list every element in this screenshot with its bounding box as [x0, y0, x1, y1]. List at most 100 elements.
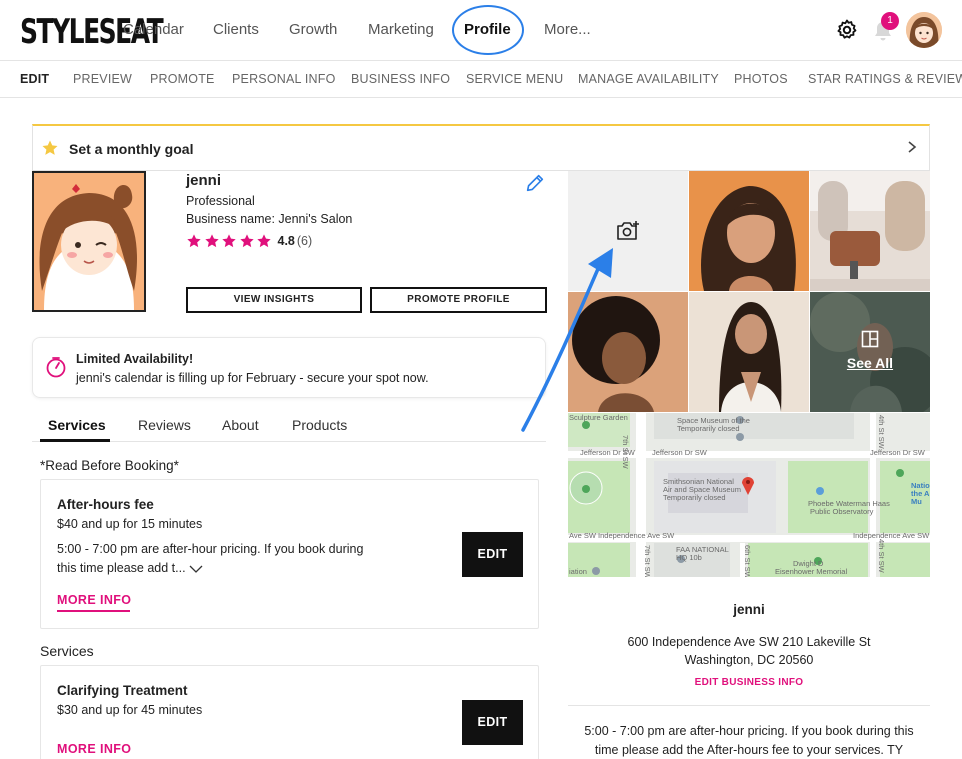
service-description-truncated: this time please add t... — [57, 561, 186, 575]
rating-star-icon — [239, 234, 254, 248]
map-label: 7th St SW — [621, 435, 630, 469]
service-card: After-hours fee $40 and up for 15 minute… — [40, 479, 539, 629]
map-label: Temporarily closed — [677, 424, 740, 433]
nav-profile[interactable]: Profile — [464, 21, 511, 38]
tab-products[interactable]: Products — [292, 417, 347, 433]
star-rating[interactable]: 4.8 (6) — [186, 233, 312, 249]
subnav-personal-info[interactable]: PERSONAL INFO — [232, 72, 336, 86]
goal-label: Set a monthly goal — [69, 141, 194, 157]
service-title: Clarifying Treatment — [57, 683, 188, 698]
map-label: 6th St SW — [743, 545, 752, 577]
services-heading: Services — [40, 643, 94, 659]
map-label: Public Observatory — [810, 507, 874, 516]
subnav-service-menu[interactable]: SERVICE MENU — [466, 72, 563, 86]
profile-tabs: Services Reviews About Products — [32, 408, 546, 442]
nav-more[interactable]: More... — [544, 21, 591, 38]
subnav-preview[interactable]: PREVIEW — [73, 72, 132, 86]
rating-stars — [186, 233, 274, 249]
add-photo-camera-icon[interactable] — [615, 220, 641, 242]
map-label: 4th St SW — [877, 539, 886, 573]
notification-badge: 1 — [881, 12, 899, 30]
profile-name: jenni — [186, 172, 222, 189]
service-description-line: this time please add t... — [57, 559, 387, 578]
map-label: Independence Ave SW — [853, 531, 930, 540]
edit-service-button[interactable]: EDIT — [462, 532, 523, 577]
business-note: time please add the After-hours fee to y… — [594, 743, 904, 757]
subnav-promote[interactable]: PROMOTE — [150, 72, 215, 86]
see-all-overlay — [810, 292, 930, 412]
availability-message: jenni's calendar is filling up for Febru… — [76, 371, 429, 385]
limited-availability-card: Limited Availability! jenni's calendar i… — [32, 337, 546, 398]
see-all-link[interactable]: See All — [810, 355, 930, 371]
divider — [568, 705, 930, 706]
rating-star-icon — [257, 234, 271, 248]
read-before-booking-heading: *Read Before Booking* — [40, 458, 179, 473]
gallery-grid-icon — [861, 330, 879, 348]
edit-pencil-icon[interactable] — [524, 172, 546, 194]
nav-calendar[interactable]: Calendar — [123, 21, 184, 38]
map-label: 7th St SW — [643, 545, 652, 577]
gallery-photo[interactable] — [689, 171, 809, 291]
map-label: Jefferson Dr SW — [652, 448, 707, 457]
subnav-edit[interactable]: EDIT — [20, 72, 49, 86]
tab-services[interactable]: Services — [48, 417, 106, 433]
service-card: Clarifying Treatment $30 and up for 45 m… — [40, 665, 539, 759]
rating-star-icon — [204, 234, 219, 248]
nav-clients[interactable]: Clients — [213, 21, 259, 38]
map-label: Mu — [911, 497, 922, 506]
subnav-business-info[interactable]: BUSINESS INFO — [351, 72, 450, 86]
map-label: iation — [569, 567, 587, 576]
business-name: jenni — [733, 602, 765, 617]
nav-growth[interactable]: Growth — [289, 21, 337, 38]
chevron-right-icon — [908, 141, 917, 153]
availability-title: Limited Availability! — [76, 352, 194, 366]
avatar[interactable] — [906, 12, 942, 48]
timer-icon — [46, 357, 66, 378]
edit-service-button[interactable]: EDIT — [462, 700, 523, 745]
rating-star-icon — [187, 234, 201, 248]
promote-profile-button[interactable]: PROMOTE PROFILE — [370, 287, 547, 313]
more-info-link[interactable]: MORE INFO — [57, 742, 131, 756]
map-label: Sculpture Garden — [569, 413, 628, 422]
subnav-photos[interactable]: PHOTOS — [734, 72, 788, 86]
location-map[interactable]: Sculpture Garden Space Museum of the Tem… — [568, 413, 930, 577]
address-line: 600 Independence Ave SW 210 Lakeville St — [627, 635, 871, 649]
more-info-link[interactable]: MORE INFO — [57, 593, 131, 607]
profile-subnav: EDIT PREVIEW PROMOTE PERSONAL INFO BUSIN… — [0, 60, 962, 98]
top-navigation: STYLESEAT Calendar Clients Growth Market… — [0, 0, 962, 60]
rating-star-icon — [222, 234, 236, 248]
service-description-line: 5:00 - 7:00 pm are after-hour pricing. I… — [57, 542, 364, 556]
edit-business-info-link[interactable]: EDIT BUSINESS INFO — [568, 677, 930, 688]
service-description: 5:00 - 7:00 pm are after-hour pricing. I… — [57, 540, 387, 578]
nav-marketing[interactable]: Marketing — [368, 21, 434, 38]
gallery-photo[interactable] — [810, 171, 930, 291]
gallery-photo[interactable] — [568, 292, 688, 412]
tab-reviews[interactable]: Reviews — [138, 417, 191, 433]
rating-value: 4.8 — [277, 234, 295, 248]
tab-about[interactable]: About — [222, 417, 259, 433]
business-note: 5:00 - 7:00 pm are after-hour pricing. I… — [584, 724, 914, 738]
profile-business-name: Business name: Jenni's Salon — [186, 212, 353, 226]
subnav-star-ratings[interactable]: STAR RATINGS & REVIEWS — [808, 72, 962, 86]
map-label: Eisenhower Memorial — [775, 567, 848, 576]
map-label: HQ 10b — [676, 553, 702, 562]
map-label: 4th St SW — [877, 415, 886, 449]
subnav-manage-availability[interactable]: MANAGE AVAILABILITY — [578, 72, 719, 86]
map-label: Jefferson Dr SW — [870, 448, 925, 457]
service-title: After-hours fee — [57, 497, 154, 512]
profile-photo[interactable] — [32, 171, 146, 312]
map-label: Ave SW Independence Ave SW — [569, 531, 675, 540]
map-label: Temporarily closed — [663, 493, 726, 502]
gear-icon[interactable] — [835, 18, 859, 42]
view-insights-button[interactable]: VIEW INSIGHTS — [186, 287, 362, 313]
chevron-down-icon[interactable] — [189, 564, 203, 574]
add-photo-tile[interactable] — [568, 171, 688, 291]
gallery-photo[interactable] — [689, 292, 809, 412]
profile-role: Professional — [186, 194, 255, 208]
monthly-goal-banner[interactable]: Set a monthly goal — [32, 124, 930, 171]
photo-gallery: See All — [568, 171, 930, 413]
see-all-tile[interactable]: See All — [810, 292, 930, 412]
address-line: Washington, DC 20560 — [684, 653, 814, 667]
service-price: $40 and up for 15 minutes — [57, 517, 203, 531]
star-icon — [42, 140, 58, 155]
